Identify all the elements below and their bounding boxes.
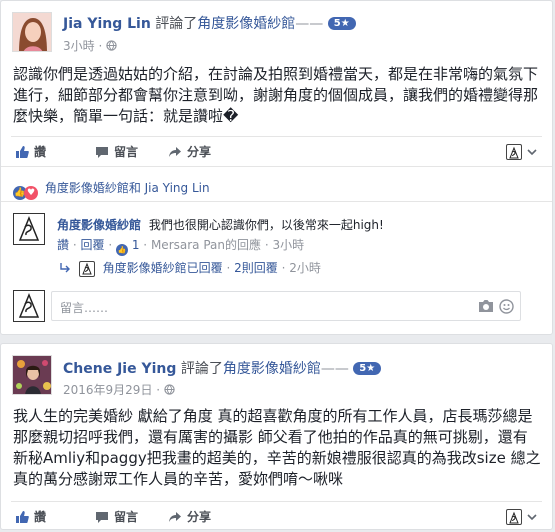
review-card: Chene Jie Ying 評論了角度影像婚紗館—— 5★ 2016年9月29… — [0, 343, 553, 530]
nested-reply-time[interactable]: 2小時 — [289, 261, 321, 275]
love-reaction-icon: ♥ — [24, 186, 38, 200]
review-card: Jia Ying Lin 評論了角度影像婚紗館—— 5★ 3小時 · 認識你們是… — [0, 0, 553, 335]
author-name[interactable]: Chene Jie Ying — [63, 361, 176, 377]
comment-input[interactable]: 留言…… — [51, 291, 521, 321]
share-label: 分享 — [187, 510, 212, 524]
action-verb: 評論了 — [180, 361, 223, 377]
separator: · — [281, 261, 286, 275]
avatar[interactable] — [12, 12, 52, 52]
like-label: 讚 — [34, 145, 47, 159]
timestamp-line: 3小時 · — [63, 37, 117, 54]
post-header: Chene Jie Ying 評論了角度影像婚紗館—— 5★ — [63, 358, 382, 378]
page-avatar[interactable] — [13, 213, 45, 245]
replied-by[interactable]: Mersara Pan的回應 — [151, 238, 261, 252]
globe-icon — [106, 40, 117, 51]
separator: · — [264, 238, 269, 252]
reply-reply-link[interactable]: 回覆 — [81, 238, 105, 252]
comment-label: 留言 — [114, 145, 139, 159]
reply-like-link[interactable]: 讚 — [57, 238, 69, 252]
page-logo-icon — [506, 143, 522, 160]
page-link[interactable]: 角度影像婚紗館 — [197, 16, 295, 32]
share-label: 分享 — [187, 145, 212, 159]
chevron-down-icon — [527, 148, 537, 155]
review-text: 認識你們是透過姑姑的介紹，在討論及拍照到婚禮當天，都是在非常嗨的氣氛下進行，細節… — [13, 65, 539, 125]
page-selector[interactable] — [506, 141, 540, 160]
rating-badge: 5★ — [353, 362, 382, 375]
reply-like-count[interactable]: 1 — [132, 238, 140, 252]
like-button[interactable]: 讚 — [15, 143, 46, 160]
thumbs-up-icon — [16, 146, 29, 158]
page-logo-icon — [78, 260, 95, 277]
share-icon — [169, 512, 181, 522]
separator: · — [226, 261, 231, 275]
review-text: 我人生的完美婚紗 獻給了角度 真的超喜歡角度的所有工作人員，店長瑪莎總是那麼親切… — [13, 407, 541, 488]
reply-arrow-icon — [60, 263, 70, 273]
reaction-names: 角度影像婚紗館和 Jia Ying Lin — [44, 181, 210, 195]
share-icon — [169, 147, 181, 157]
nested-reply-count[interactable]: 2則回覆 — [234, 261, 278, 275]
comment-button[interactable]: 留言 — [95, 508, 138, 525]
action-bar: 讚 留言 分享 — [11, 501, 542, 532]
separator: · — [72, 238, 77, 252]
like-label: 讚 — [34, 510, 47, 524]
page-selector[interactable] — [506, 506, 540, 525]
author-name[interactable]: Jia Ying Lin — [63, 16, 151, 32]
camera-icon[interactable] — [478, 299, 494, 313]
like-button[interactable]: 讚 — [15, 508, 46, 525]
comment-icon — [96, 512, 108, 523]
separator: —— — [320, 361, 349, 377]
timestamp-line: 2016年9月29日 · — [63, 381, 175, 398]
reply-comment: 角度影像婚紗館 我們也很開心認識你們，以後常來一起high! — [57, 216, 384, 233]
avatar[interactable] — [12, 355, 52, 395]
page-logo-icon — [506, 508, 522, 525]
page-link[interactable]: 角度影像婚紗館 — [223, 361, 321, 377]
thumbs-up-icon — [16, 511, 29, 523]
nested-replies-link[interactable]: 角度影像婚紗館已回覆 · 2則回覆 · 2小時 — [59, 259, 321, 277]
share-button[interactable]: 分享 — [168, 508, 211, 525]
share-button[interactable]: 分享 — [168, 143, 211, 160]
comment-label: 留言 — [114, 510, 139, 524]
reply-text: 我們也很開心認識你們，以後常來一起high! — [148, 218, 384, 232]
globe-icon — [164, 384, 175, 395]
composer-avatar — [13, 290, 45, 322]
comment-button[interactable]: 留言 — [95, 143, 138, 160]
separator: · — [108, 238, 113, 252]
reply-author[interactable]: 角度影像婚紗館 — [57, 218, 141, 232]
timestamp[interactable]: 3小時 — [63, 39, 95, 53]
reply-actions: 讚 · 回覆 · 👍 1 · Mersara Pan的回應 · 3小時 — [57, 236, 304, 256]
reaction-summary[interactable]: 👍♥ 角度影像婚紗館和 Jia Ying Lin — [13, 179, 210, 200]
separator: · — [143, 238, 148, 252]
chevron-down-icon — [527, 513, 537, 520]
post-header: Jia Ying Lin 評論了角度影像婚紗館—— 5★ — [63, 13, 356, 33]
separator: —— — [295, 16, 324, 32]
divider — [1, 201, 552, 202]
comment-icon — [96, 147, 108, 158]
rating-badge: 5★ — [327, 17, 356, 30]
action-bar: 讚 留言 分享 — [11, 136, 542, 167]
comment-placeholder: 留言…… — [60, 301, 109, 315]
timestamp[interactable]: 2016年9月29日 — [63, 383, 152, 397]
divider — [1, 166, 552, 167]
sticker-icon[interactable] — [499, 299, 514, 314]
reply-time[interactable]: 3小時 — [272, 238, 304, 252]
nested-reply-author[interactable]: 角度影像婚紗館已回覆 — [103, 261, 223, 275]
like-reaction-icon: 👍 — [116, 244, 128, 256]
action-verb: 評論了 — [155, 16, 198, 32]
